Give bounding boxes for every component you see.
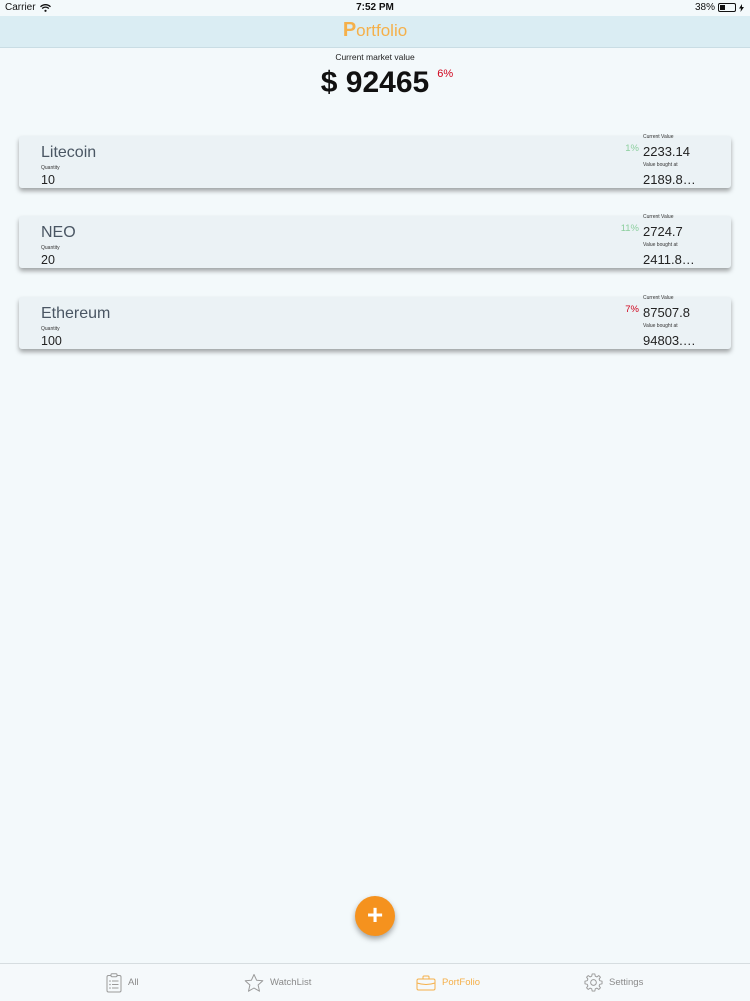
clock: 7:52 PM — [356, 2, 394, 13]
quantity-label: Quantity — [41, 245, 60, 251]
star-icon — [244, 973, 264, 992]
tab-bar: All WatchList PortFolio Settings — [0, 963, 750, 1001]
holding-card-litecoin[interactable]: Litecoin Quantity 10 1% Current Value 22… — [19, 134, 731, 188]
current-value-label: Current Value — [643, 295, 674, 301]
market-value-change: 6% — [437, 68, 454, 80]
tab-portfolio[interactable]: PortFolio — [416, 964, 480, 1001]
bought-value: 94803.… — [643, 333, 696, 348]
bought-value-label: Value bought at — [643, 323, 678, 329]
clipboard-list-icon — [106, 972, 122, 992]
add-holding-button[interactable]: + — [355, 896, 395, 936]
coin-name: Litecoin — [41, 144, 97, 161]
holding-card-ethereum[interactable]: Ethereum Quantity 100 7% Current Value 8… — [19, 295, 731, 349]
tab-portfolio-label: PortFolio — [442, 977, 481, 988]
tab-all-label: All — [128, 977, 139, 988]
current-value-label: Current Value — [643, 214, 674, 220]
quantity-value: 100 — [41, 334, 62, 348]
tab-settings[interactable]: Settings — [584, 964, 643, 1001]
percent-change: 11% — [620, 223, 639, 234]
portfolio-summary: Current market value $ 92465 6% — [0, 52, 750, 100]
tab-all[interactable]: All — [106, 964, 139, 1001]
battery-icon — [718, 3, 736, 12]
page-title-initial: P — [342, 19, 357, 41]
briefcase-icon — [416, 975, 436, 990]
current-value: 87507.8 — [643, 305, 690, 320]
percent-change: 1% — [625, 143, 639, 154]
coin-name: NEO — [41, 224, 76, 241]
bought-value: 2189.8… — [643, 172, 696, 187]
tab-settings-label: Settings — [609, 977, 644, 988]
navigation-bar: Portfolio — [0, 16, 750, 48]
percent-change: 7% — [625, 304, 639, 315]
quantity-label: Quantity — [41, 165, 60, 171]
current-value: 2233.14 — [643, 144, 690, 159]
charging-bolt-icon — [739, 3, 744, 12]
quantity-value: 10 — [41, 173, 55, 187]
status-bar: Carrier 7:52 PM 38% — [0, 0, 750, 16]
tab-watchlist[interactable]: WatchList — [244, 964, 311, 1001]
bought-value-label: Value bought at — [643, 162, 678, 168]
bought-value-label: Value bought at — [643, 242, 678, 248]
gear-icon — [584, 973, 603, 992]
market-value-label: Current market value — [335, 52, 415, 62]
holding-card-neo[interactable]: NEO Quantity 20 11% Current Value 2724.7… — [19, 214, 731, 268]
page-title: Portfolio — [0, 16, 750, 45]
tab-watchlist-label: WatchList — [270, 977, 312, 988]
market-value: $ 92465 — [320, 66, 430, 99]
bought-value: 2411.8… — [643, 252, 695, 267]
coin-name: Ethereum — [41, 305, 111, 322]
current-value: 2724.7 — [643, 224, 683, 239]
current-value-label: Current Value — [643, 134, 674, 140]
battery-indicator: 38% — [695, 2, 744, 13]
quantity-value: 20 — [41, 253, 55, 267]
quantity-label: Quantity — [41, 326, 60, 332]
battery-percent: 38% — [694, 2, 715, 13]
page-title-rest: ortfolio — [356, 21, 408, 40]
plus-icon: + — [366, 899, 384, 930]
